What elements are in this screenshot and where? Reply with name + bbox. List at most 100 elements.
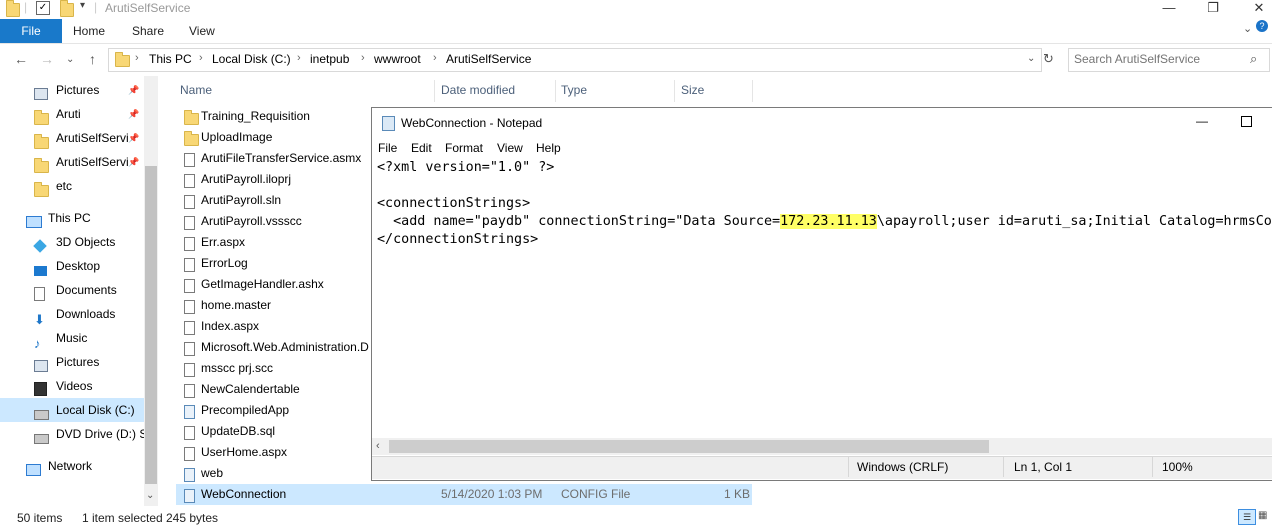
details-view-icon[interactable]: ☰ xyxy=(1238,509,1256,525)
notepad-menu-edit[interactable]: Edit xyxy=(411,141,432,155)
sidebar-item-downloads[interactable]: ⬇ Downloads xyxy=(0,302,145,326)
text-line: </connectionStrings> xyxy=(377,232,539,247)
help-icon[interactable]: ? xyxy=(1256,20,1268,32)
notepad-menu-file[interactable]: File xyxy=(378,141,397,155)
cursor-position-status: Ln 1, Col 1 xyxy=(1014,460,1073,474)
pin-icon: 📌 xyxy=(128,157,140,167)
sidebar-item-3d-objects[interactable]: 3D Objects xyxy=(0,230,145,254)
sidebar-item-label: Documents xyxy=(56,283,117,297)
column-divider[interactable] xyxy=(752,80,753,102)
scroll-down-icon[interactable]: ⌄ xyxy=(146,490,154,501)
sidebar-item-videos[interactable]: Videos xyxy=(0,374,145,398)
file-name: UserHome.aspx xyxy=(201,445,288,459)
column-divider[interactable] xyxy=(674,80,675,102)
file-name: web xyxy=(201,466,224,480)
sidebar-item-dvd-drive-d-ss[interactable]: DVD Drive (D:) SS xyxy=(0,422,145,446)
sidebar-item-etc[interactable]: etc xyxy=(0,174,145,198)
address-dropdown-icon[interactable]: ⌄ xyxy=(1027,53,1035,64)
file-name: WebConnection xyxy=(201,487,287,501)
notepad-menu-help[interactable]: Help xyxy=(536,141,561,155)
file-icon xyxy=(184,446,195,463)
line-ending-status: Windows (CRLF) xyxy=(857,460,949,474)
breadcrumb-inetpub[interactable]: inetpub xyxy=(310,52,349,66)
notepad-maximize-button[interactable] xyxy=(1241,116,1252,127)
dvd-drive-icon xyxy=(34,428,49,446)
breadcrumb-separator-icon[interactable]: › xyxy=(361,52,365,64)
up-arrow-icon[interactable]: ↑ xyxy=(89,51,96,67)
recent-locations-icon[interactable]: ⌄ xyxy=(66,54,74,65)
breadcrumb-local-disk[interactable]: Local Disk (C:) xyxy=(212,52,291,66)
file-name: msscc prj.scc xyxy=(201,361,273,375)
config-file-icon xyxy=(184,404,195,421)
sidebar-item-label: ArutiSelfServi xyxy=(56,131,129,145)
sidebar-item-desktop[interactable]: Desktop xyxy=(0,254,145,278)
breadcrumb-separator-icon[interactable]: › xyxy=(199,52,203,64)
column-header-name[interactable]: Name xyxy=(180,83,212,97)
file-row[interactable]: WebConnection 5/14/2020 1:03 PM CONFIG Fil… xyxy=(176,484,752,505)
column-header-type[interactable]: Type xyxy=(561,83,587,97)
notepad-scrollbar-thumb[interactable] xyxy=(389,440,989,453)
close-button[interactable]: ✕ xyxy=(1236,0,1272,16)
tab-home[interactable]: Home xyxy=(73,19,105,43)
sidebar-item-pictures[interactable]: Pictures 📌 xyxy=(0,78,145,102)
sidebar-item-music[interactable]: ♪ Music xyxy=(0,326,145,350)
breadcrumb-wwwroot[interactable]: wwwroot xyxy=(374,52,421,66)
tab-view[interactable]: View xyxy=(189,19,215,43)
back-arrow-icon[interactable]: ← xyxy=(14,51,28,67)
folder-icon xyxy=(115,52,130,67)
sidebar-item-pictures[interactable]: Pictures xyxy=(0,350,145,374)
network-icon xyxy=(26,460,41,478)
expand-ribbon-icon[interactable]: ⌄ xyxy=(1243,22,1252,35)
search-input[interactable] xyxy=(1074,51,1244,67)
sidebar-item-documents[interactable]: Documents xyxy=(0,278,145,302)
forward-arrow-icon[interactable]: → xyxy=(40,51,54,67)
desktop-icon xyxy=(34,260,47,278)
tab-share[interactable]: Share xyxy=(132,19,164,43)
properties-icon[interactable]: ✓ xyxy=(36,1,50,15)
file-icon xyxy=(184,173,195,190)
text-line-rest: \apayroll;user id=aruti_sa;Initial Catal… xyxy=(876,214,1272,229)
breadcrumb-separator-icon[interactable]: › xyxy=(297,52,301,64)
notepad-minimize-button[interactable]: — xyxy=(1196,114,1208,128)
column-header-size[interactable]: Size xyxy=(681,83,704,97)
local-disk-icon xyxy=(34,404,49,422)
refresh-icon[interactable]: ↻ xyxy=(1043,51,1054,67)
sidebar-item-arutiselfservi[interactable]: ArutiSelfServi 📌 xyxy=(0,126,145,150)
file-size: 1 KB xyxy=(724,487,751,501)
notepad-menu-view[interactable]: View xyxy=(497,141,523,155)
file-name: home.master xyxy=(201,298,272,312)
column-divider[interactable] xyxy=(434,80,435,102)
sidebar-item-label: Music xyxy=(56,331,88,345)
large-icons-view-icon[interactable]: ▦ xyxy=(1258,509,1270,523)
notepad-icon xyxy=(382,116,395,131)
breadcrumb-arutiselfservice[interactable]: ArutiSelfService xyxy=(446,52,531,66)
documents-icon xyxy=(34,284,45,302)
column-header-date-modified[interactable]: Date modified xyxy=(441,83,515,97)
folder-icon xyxy=(34,132,49,150)
column-divider[interactable] xyxy=(555,80,556,102)
sidebar-item-aruti[interactable]: Aruti 📌 xyxy=(0,102,145,126)
videos-icon xyxy=(34,380,47,398)
pin-icon: 📌 xyxy=(128,109,140,119)
notepad-menu-format[interactable]: Format xyxy=(445,141,483,155)
notepad-text-area[interactable]: <?xml version="1.0" ?> <connectionString… xyxy=(372,156,1272,437)
sidebar-item-local-disk-c[interactable]: Local Disk (C:) xyxy=(0,398,144,422)
sidebar-scrollbar-thumb[interactable] xyxy=(145,166,157,484)
sidebar-item-arutiselfservi[interactable]: ArutiSelfServi 📌 xyxy=(0,150,145,174)
scroll-left-icon[interactable]: ‹ xyxy=(376,440,380,452)
tab-file[interactable]: File xyxy=(0,19,62,43)
file-icon xyxy=(184,362,195,379)
new-folder-icon[interactable] xyxy=(60,0,74,17)
sidebar-item-label: 3D Objects xyxy=(56,235,116,249)
sidebar-item-label: ArutiSelfServi xyxy=(56,155,129,169)
breadcrumb-separator-icon[interactable]: › xyxy=(135,52,139,64)
breadcrumb-this-pc[interactable]: This PC xyxy=(149,52,192,66)
sidebar-item-network[interactable]: Network xyxy=(0,454,145,478)
minimize-button[interactable]: — xyxy=(1146,0,1192,16)
file-name: PrecompiledApp xyxy=(201,403,290,417)
sidebar-item-this-pc[interactable]: This PC xyxy=(0,206,145,230)
title-bar: | ✓ ▾ | ArutiSelfService — ❐ ✕ xyxy=(0,0,1272,18)
breadcrumb-separator-icon[interactable]: › xyxy=(433,52,437,64)
customize-toolbar-icon[interactable]: ▾ xyxy=(80,0,85,11)
restore-button[interactable]: ❐ xyxy=(1190,0,1236,16)
